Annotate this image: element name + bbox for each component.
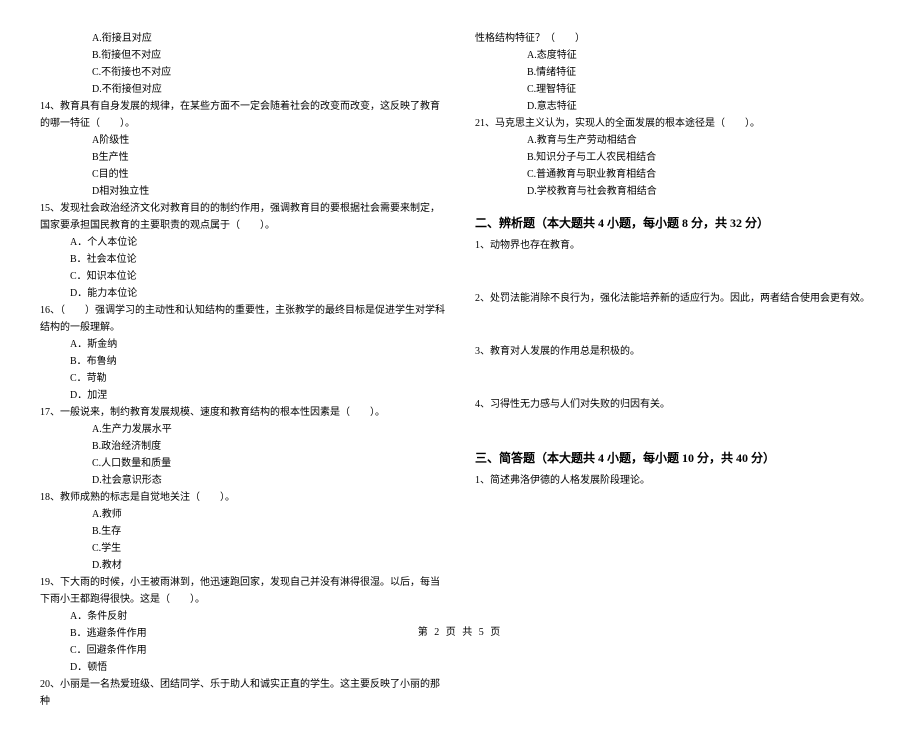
q18-opt-a: A.教师: [40, 506, 445, 523]
page-footer: 第 2 页 共 5 页: [0, 623, 920, 638]
s2-q3: 3、教育对人发展的作用总是积极的。: [475, 343, 880, 360]
q18-opt-b: B.生存: [40, 523, 445, 540]
q19-opt-d: D．顿悟: [40, 659, 445, 676]
q14-opt-d: D相对独立性: [40, 183, 445, 200]
s2-q2: 2、处罚法能消除不良行为，强化法能培养新的适应行为。因此，两者结合使用会更有效。: [475, 290, 880, 307]
q21-opt-a: A.教育与生产劳动相结合: [475, 132, 880, 149]
q13-opt-a: A.衔接且对应: [40, 30, 445, 47]
left-column: A.衔接且对应 B.衔接但不对应 C.不衔接也不对应 D.不衔接但对应 14、教…: [40, 30, 445, 710]
q16-stem: 16、（ ）强调学习的主动性和认知结构的重要性，主张教学的最终目标是促进学生对学…: [40, 302, 445, 336]
q21-opt-d: D.学校教育与社会教育相结合: [475, 183, 880, 200]
q21-opt-c: C.普通教育与职业教育相结合: [475, 166, 880, 183]
s2-q1: 1、动物界也存在教育。: [475, 237, 880, 254]
q20-opt-a: A.态度特征: [475, 47, 880, 64]
q16-opt-c: C．苛勒: [40, 370, 445, 387]
q14-opt-a: A阶级性: [40, 132, 445, 149]
section3-title: 三、简答题（本大题共 4 小题，每小题 10 分，共 40 分）: [475, 449, 880, 466]
q17-opt-d: D.社会意识形态: [40, 472, 445, 489]
q14-stem: 14、教育具有自身发展的规律，在某些方面不一定会随着社会的改变而改变，这反映了教…: [40, 98, 445, 132]
q14-opt-c: C目的性: [40, 166, 445, 183]
q17-opt-c: C.人口数量和质量: [40, 455, 445, 472]
q17-stem: 17、一般说来，制约教育发展规模、速度和教育结构的根本性因素是（ ）。: [40, 404, 445, 421]
q16-opt-d: D．加涅: [40, 387, 445, 404]
q20-stem: 20、小丽是一名热爱班级、团结同学、乐于助人和诚实正直的学生。这主要反映了小丽的…: [40, 676, 445, 710]
s3-q1: 1、简述弗洛伊德的人格发展阶段理论。: [475, 472, 880, 489]
q16-opt-b: B．布鲁纳: [40, 353, 445, 370]
q17-opt-a: A.生产力发展水平: [40, 421, 445, 438]
q15-opt-d: D．能力本位论: [40, 285, 445, 302]
q14-opt-b: B生产性: [40, 149, 445, 166]
q15-opt-c: C．知识本位论: [40, 268, 445, 285]
q18-stem: 18、教师成熟的标志是自觉地关注（ ）。: [40, 489, 445, 506]
q18-opt-c: C.学生: [40, 540, 445, 557]
q20-opt-d: D.意志特征: [475, 98, 880, 115]
q20-opt-c: C.理智特征: [475, 81, 880, 98]
section2-title: 二、辨析题（本大题共 4 小题，每小题 8 分，共 32 分）: [475, 214, 880, 231]
q21-opt-b: B.知识分子与工人农民相结合: [475, 149, 880, 166]
q15-opt-b: B．社会本位论: [40, 251, 445, 268]
q16-opt-a: A．斯金纳: [40, 336, 445, 353]
q15-opt-a: A．个人本位论: [40, 234, 445, 251]
q18-opt-d: D.教材: [40, 557, 445, 574]
q13-opt-d: D.不衔接但对应: [40, 81, 445, 98]
right-column: 性格结构特征？（ ） A.态度特征 B.情绪特征 C.理智特征 D.意志特征 2…: [475, 30, 880, 710]
q13-opt-c: C.不衔接也不对应: [40, 64, 445, 81]
q15-stem: 15、发现社会政治经济文化对教育目的的制约作用，强调教育目的要根据社会需要来制定…: [40, 200, 445, 234]
q19-stem: 19、下大雨的时候，小王被雨淋到，他迅速跑回家，发现自己并没有淋得很湿。以后，每…: [40, 574, 445, 608]
q20-stem-cont: 性格结构特征？（ ）: [475, 30, 880, 47]
q21-stem: 21、马克思主义认为，实现人的全面发展的根本途径是（ ）。: [475, 115, 880, 132]
q17-opt-b: B.政治经济制度: [40, 438, 445, 455]
q19-opt-c: C．回避条件作用: [40, 642, 445, 659]
s2-q4: 4、习得性无力感与人们对失败的归因有关。: [475, 396, 880, 413]
q20-opt-b: B.情绪特征: [475, 64, 880, 81]
q13-opt-b: B.衔接但不对应: [40, 47, 445, 64]
